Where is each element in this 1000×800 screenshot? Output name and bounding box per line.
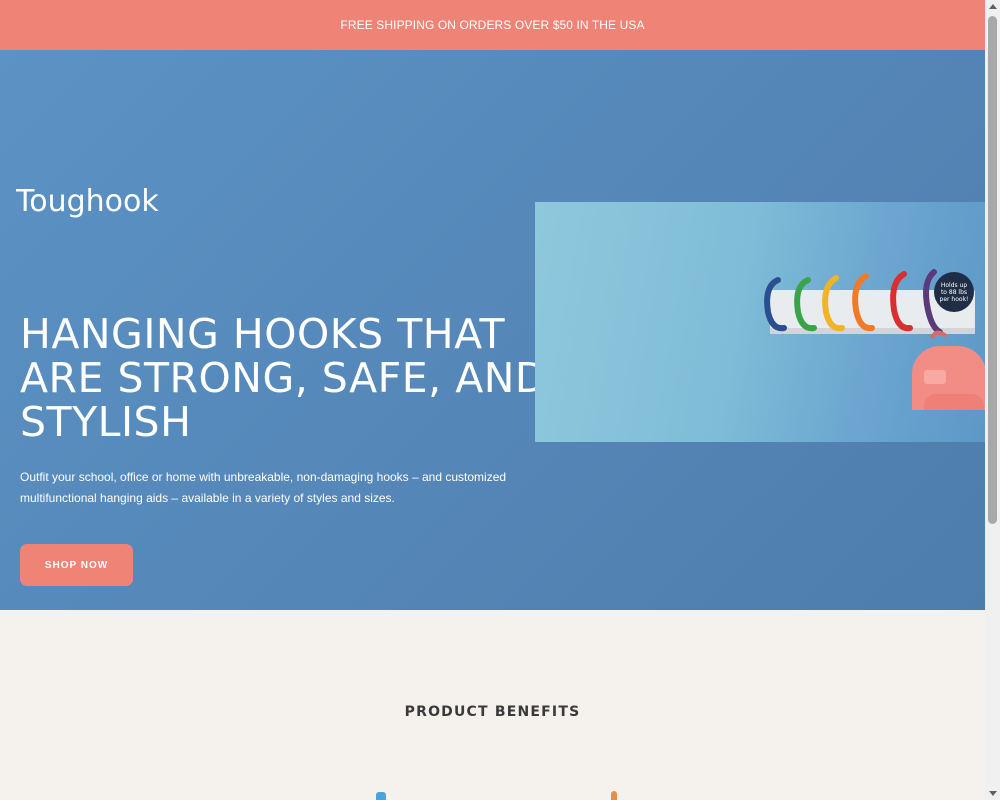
benefit-icon-orange: [611, 791, 617, 800]
scrollbar-thumb[interactable]: [988, 16, 997, 524]
product-benefits-section: PRODUCT BENEFITS: [0, 610, 985, 800]
benefit-icon-blue: [376, 792, 386, 800]
page-scrollbar[interactable]: [985, 0, 1000, 800]
svg-text:to 88 lbs: to 88 lbs: [941, 289, 967, 296]
benefits-title: PRODUCT BENEFITS: [404, 704, 581, 720]
hero-subtext: Outfit your school, office or home with …: [20, 470, 507, 505]
announcement-text: FREE SHIPPING ON ORDERS OVER $50 IN THE …: [340, 18, 645, 32]
shop-now-button[interactable]: SHOP NOW: [20, 544, 133, 586]
announcement-bar: FREE SHIPPING ON ORDERS OVER $50 IN THE …: [0, 0, 985, 50]
backpack-image: [912, 330, 985, 410]
logo-text: Toughook: [16, 184, 159, 219]
scroll-up-icon[interactable]: [989, 4, 997, 9]
svg-text:per hook!: per hook!: [940, 296, 969, 303]
hook-rack-image: Holds up to 88 lbs per hook!: [764, 269, 985, 410]
toughook-logo[interactable]: Toughook: [16, 170, 161, 230]
svg-text:Holds up: Holds up: [941, 282, 967, 289]
hero-headline: HANGING HOOKS THAT ARE STRONG, SAFE, AND…: [20, 310, 547, 446]
scroll-down-icon[interactable]: [989, 791, 997, 796]
capacity-badge: Holds up to 88 lbs per hook!: [934, 272, 974, 312]
